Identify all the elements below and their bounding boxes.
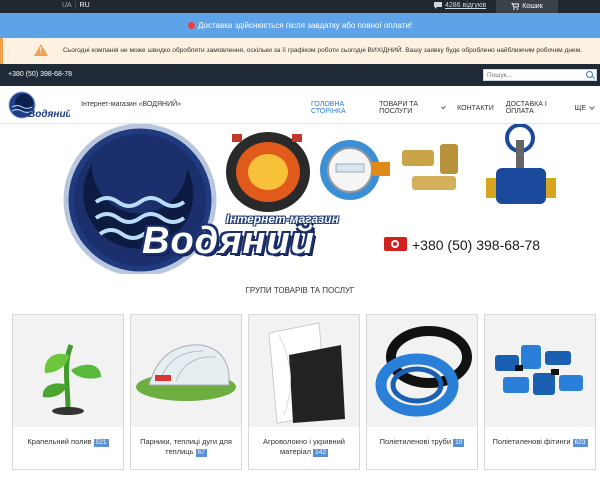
nav-more[interactable]: ЩЕ — [569, 101, 600, 115]
category-card[interactable]: Поліетиленові фітинги 623 — [484, 314, 596, 470]
alert-dot-icon — [187, 22, 195, 29]
lang-separator: | — [74, 2, 77, 9]
main-nav: ГОЛОВНА СТОРІНКА ТОВАРИ ТА ПОСЛУГИ КОНТА… — [305, 101, 600, 115]
contact-search-bar: +380 (50) 398-68-78 — [0, 64, 600, 86]
category-image — [367, 315, 477, 427]
brass-fittings-image — [402, 144, 458, 190]
category-caption: Поліетиленові фітинги 623 — [488, 437, 592, 447]
reviews-label: 4286 відгуків — [445, 2, 487, 9]
delivery-notice-text: Доставка здійснюється після завдатку або… — [197, 21, 413, 30]
logo[interactable]: Водяний — [8, 90, 70, 120]
top-bar: UA | RU 4286 відгуків Кошик — [0, 0, 600, 13]
fittings-icon — [485, 315, 595, 427]
water-meter-image — [320, 140, 390, 200]
logo-wordmark: Водяний — [28, 109, 70, 120]
category-caption: Поліетиленові труби 10 — [370, 437, 474, 447]
nav-more-label: ЩЕ — [574, 104, 586, 112]
category-image — [131, 315, 241, 427]
site-tagline: Інтернет-магазин «ВОДЯНИЙ» — [81, 101, 182, 108]
hero-banner: Інтернет-магазин Водяний +380 (50) 398-6… — [0, 124, 600, 274]
section-title: ГРУПИ ТОВАРІВ ТА ПОСЛУГ — [245, 286, 355, 295]
search-input[interactable] — [484, 70, 582, 80]
warning-icon — [34, 44, 48, 56]
category-caption: Парники, теплиці дуги для теплиць 67 — [134, 437, 238, 457]
weekend-warning-banner: Сьогодні компанія не може швидко обробля… — [0, 38, 600, 64]
category-image — [485, 315, 595, 427]
category-name: Агроволокно і укривний матеріал — [263, 437, 345, 456]
hero-brand: Водяний — [142, 220, 315, 262]
sprout-icon — [13, 315, 123, 427]
nav-products-label: ТОВАРИ ТА ПОСЛУГИ — [379, 101, 419, 115]
nav-delivery-label: ДОСТАВКА І ОПЛАТА — [505, 101, 547, 115]
category-caption: Агроволокно і укривний матеріал 142 — [252, 437, 356, 457]
category-name: Поліетиленові фітинги — [492, 437, 571, 446]
lang-ua-link[interactable]: UA — [62, 2, 72, 9]
heater-image — [226, 132, 310, 212]
chat-icon — [434, 2, 442, 9]
nav-contacts[interactable]: КОНТАКТИ — [451, 101, 500, 115]
lang-ru-link[interactable]: RU — [80, 2, 90, 9]
nav-delivery[interactable]: ДОСТАВКА І ОПЛАТА — [500, 101, 569, 115]
category-name: Поліетиленові труби — [379, 437, 452, 446]
category-card[interactable]: Парники, теплиці дуги для теплиць 67 — [130, 314, 242, 470]
category-image — [13, 315, 123, 427]
weekend-warning-text: Сьогодні компанія не може швидко обробля… — [63, 47, 583, 54]
reviews-link[interactable]: 4286 відгуків — [434, 2, 486, 9]
nav-products[interactable]: ТОВАРИ ТА ПОСЛУГИ — [373, 101, 451, 115]
site-header: Водяний Інтернет-магазин «ВОДЯНИЙ» ГОЛОВ… — [0, 86, 600, 124]
category-card[interactable]: Агроволокно і укривний матеріал 142 — [248, 314, 360, 470]
language-switcher: UA | RU — [62, 2, 90, 9]
category-grid: Крапельний полив 521 Парники, теплиці ду… — [12, 314, 600, 480]
category-image — [249, 315, 359, 427]
pipe-coil-icon — [367, 315, 477, 427]
cart-icon — [511, 3, 520, 10]
category-count-badge: 142 — [313, 449, 329, 457]
agrofibre-icon — [249, 315, 359, 427]
category-count-badge: 67 — [195, 449, 207, 457]
chevron-down-icon — [440, 104, 447, 110]
nav-home-label: ГОЛОВНА СТОРІНКА — [311, 101, 346, 115]
category-name: Парники, теплиці дуги для теплиць — [140, 437, 232, 456]
greenhouse-icon — [131, 315, 241, 427]
cart-button[interactable]: Кошик — [496, 0, 558, 13]
nav-home[interactable]: ГОЛОВНА СТОРІНКА — [305, 101, 373, 115]
search-icon[interactable] — [586, 71, 593, 78]
delivery-notice-banner: Доставка здійснюється після завдатку або… — [0, 13, 600, 38]
category-count-badge: 623 — [572, 439, 588, 447]
valve-image — [486, 124, 556, 204]
category-count-badge: 10 — [453, 439, 465, 447]
category-count-badge: 521 — [93, 439, 109, 447]
chevron-down-icon — [589, 104, 595, 110]
hero-phone[interactable]: +380 (50) 398-68-78 — [412, 237, 540, 253]
header-phone[interactable]: +380 (50) 398-68-78 — [8, 71, 72, 78]
category-name: Крапельний полив — [27, 437, 92, 446]
vodafone-icon — [384, 237, 407, 251]
category-card[interactable]: Поліетиленові труби 10 — [366, 314, 478, 470]
nav-contacts-label: КОНТАКТИ — [457, 104, 494, 112]
category-caption: Крапельний полив 521 — [16, 437, 120, 447]
search-box — [483, 69, 597, 81]
cart-label: Кошик — [522, 3, 543, 10]
category-card[interactable]: Крапельний полив 521 — [12, 314, 124, 470]
